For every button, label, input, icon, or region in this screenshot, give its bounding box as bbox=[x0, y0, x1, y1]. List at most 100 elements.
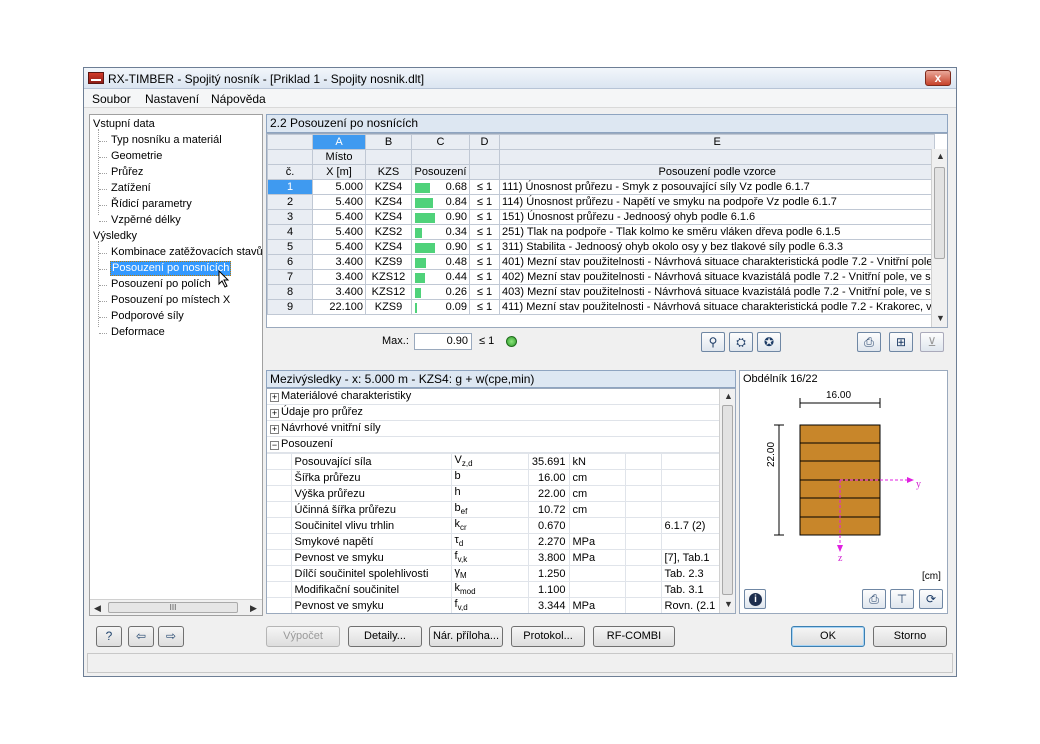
row-kzs[interactable]: KZS12 bbox=[365, 269, 412, 285]
col-letter-a[interactable]: A bbox=[312, 134, 366, 150]
scroll-up-icon[interactable]: ▲ bbox=[724, 391, 733, 401]
expand-icon[interactable]: + bbox=[270, 409, 279, 418]
row-x[interactable]: 3.400 bbox=[312, 254, 366, 270]
detail-vertical-scrollbar[interactable]: ▲ ▼ bbox=[719, 389, 735, 613]
scroll-down-icon[interactable]: ▼ bbox=[936, 313, 945, 323]
tree-item-kombinace[interactable]: Kombinace zatěžovacích stavů bbox=[111, 246, 262, 259]
tree-input-root[interactable]: Vstupní data bbox=[93, 118, 155, 131]
row-number[interactable]: 3 bbox=[267, 209, 313, 225]
row-number[interactable]: 9 bbox=[267, 299, 313, 315]
export-data-icon[interactable]: ⇨ bbox=[158, 626, 184, 647]
col-letter-c[interactable]: C bbox=[411, 134, 470, 150]
row-x[interactable]: 5.400 bbox=[312, 209, 366, 225]
tree-item-po-nosnicich[interactable]: Posouzení po nosnících bbox=[110, 261, 232, 276]
print-icon[interactable]: ⎙ bbox=[857, 332, 881, 352]
info-button[interactable]: i bbox=[744, 589, 766, 609]
row-formula[interactable]: 114) Únosnost průřezu - Napětí ve smyku … bbox=[498, 194, 936, 210]
row-kzs[interactable]: KZS9 bbox=[365, 254, 412, 270]
row-x[interactable]: 5.400 bbox=[312, 194, 366, 210]
scroll-left-icon[interactable]: ◀ bbox=[94, 603, 101, 614]
col-letter-e[interactable]: E bbox=[498, 134, 936, 150]
section-print-icon[interactable]: ⎙ bbox=[862, 589, 886, 609]
narodni-priloha-button[interactable]: Nár. příloha... bbox=[429, 626, 503, 647]
collapse-icon[interactable]: − bbox=[270, 441, 279, 450]
storno-button[interactable]: Storno bbox=[873, 626, 947, 647]
group-posouzeni[interactable]: − Posouzení bbox=[267, 437, 719, 453]
group-material[interactable]: + Materiálové charakteristiky bbox=[267, 389, 719, 405]
close-button[interactable]: x bbox=[925, 70, 951, 86]
row-formula[interactable]: 411) Mezní stav použitelnosti - Návrhová… bbox=[498, 299, 936, 315]
row-ratio[interactable]: 0.68 bbox=[411, 179, 470, 195]
result-row[interactable]: 4 5.400 KZS2 0.34 ≤ 1 251) Tlak na podpoře - … bbox=[267, 224, 936, 240]
menu-soubor[interactable]: Soubor bbox=[92, 92, 131, 106]
import-icon[interactable]: ⇦ bbox=[128, 626, 154, 647]
row-x[interactable]: 5.400 bbox=[312, 224, 366, 240]
scroll-right-icon[interactable]: ▶ bbox=[250, 603, 257, 614]
row-formula[interactable]: 403) Mezní stav použitelnosti - Návrhová… bbox=[498, 284, 936, 300]
tree-item-po-polich[interactable]: Posouzení po polích bbox=[111, 278, 211, 291]
detail-scroll-thumb[interactable] bbox=[722, 405, 733, 595]
filter-icon[interactable]: ⚲ bbox=[701, 332, 725, 352]
row-number[interactable]: 7 bbox=[267, 269, 313, 285]
detaily-button[interactable]: Detaily... bbox=[348, 626, 422, 647]
row-x[interactable]: 5.000 bbox=[312, 179, 366, 195]
row-number[interactable]: 6 bbox=[267, 254, 313, 270]
color-scale-icon[interactable]: ✪ bbox=[757, 332, 781, 352]
row-kzs[interactable]: KZS12 bbox=[365, 284, 412, 300]
row-ratio[interactable]: 0.34 bbox=[411, 224, 470, 240]
row-ratio[interactable]: 0.84 bbox=[411, 194, 470, 210]
expand-icon[interactable]: + bbox=[270, 393, 279, 402]
expand-icon[interactable]: + bbox=[270, 425, 279, 434]
row-kzs[interactable]: KZS4 bbox=[365, 179, 412, 195]
grid-vertical-scrollbar[interactable]: ▲ ▼ bbox=[931, 149, 947, 327]
tree-item-ridici[interactable]: Řídicí parametry bbox=[111, 198, 192, 211]
tree-item-geometrie[interactable]: Geometrie bbox=[111, 150, 162, 163]
tree-item-typ[interactable]: Typ nosníku a materiál bbox=[111, 134, 222, 147]
row-number[interactable]: 1 bbox=[267, 179, 313, 195]
menu-nastaveni[interactable]: Nastavení bbox=[145, 92, 199, 106]
row-kzs[interactable]: KZS4 bbox=[365, 194, 412, 210]
row-formula[interactable]: 151) Únosnost průřezu - Jednoosý ohyb po… bbox=[498, 209, 936, 225]
tree-item-po-mistech[interactable]: Posouzení po místech X bbox=[111, 294, 230, 307]
view-icon[interactable]: ⛭ bbox=[729, 332, 753, 352]
row-kzs[interactable]: KZS4 bbox=[365, 239, 412, 255]
group-prurez[interactable]: + Údaje pro průřez bbox=[267, 405, 719, 421]
row-x[interactable]: 3.400 bbox=[312, 284, 366, 300]
row-formula[interactable]: 111) Únosnost průřezu - Smyk z posouvají… bbox=[498, 179, 936, 195]
row-ratio[interactable]: 0.90 bbox=[411, 239, 470, 255]
tree-horizontal-scrollbar[interactable]: ◀ III ▶ bbox=[90, 599, 262, 615]
result-row[interactable]: 7 3.400 KZS12 0.44 ≤ 1 402) Mezní stav použit… bbox=[267, 269, 936, 285]
menu-napoveda[interactable]: Nápověda bbox=[211, 92, 266, 106]
result-row[interactable]: 2 5.400 KZS4 0.84 ≤ 1 114) Únosnost průřezu -… bbox=[267, 194, 936, 210]
row-number[interactable]: 4 bbox=[267, 224, 313, 240]
row-ratio[interactable]: 0.90 bbox=[411, 209, 470, 225]
result-row[interactable]: 9 22.100 KZS9 0.09 ≤ 1 411) Mezní stav použit… bbox=[267, 299, 936, 315]
scroll-up-icon[interactable]: ▲ bbox=[936, 151, 945, 161]
tree-results-root[interactable]: Výsledky bbox=[93, 230, 137, 243]
row-number[interactable]: 8 bbox=[267, 284, 313, 300]
rf-combi-button[interactable]: RF-COMBI bbox=[593, 626, 675, 647]
row-x[interactable]: 3.400 bbox=[312, 269, 366, 285]
export-icon[interactable]: ⊞ bbox=[889, 332, 913, 352]
tree-item-vzperne[interactable]: Vzpěrné délky bbox=[111, 214, 181, 227]
col-letter-b[interactable]: B bbox=[365, 134, 412, 150]
row-kzs[interactable]: KZS4 bbox=[365, 209, 412, 225]
row-formula[interactable]: 251) Tlak na podpoře - Tlak kolmo ke smě… bbox=[498, 224, 936, 240]
row-ratio[interactable]: 0.26 bbox=[411, 284, 470, 300]
vypocet-button[interactable]: Výpočet bbox=[266, 626, 340, 647]
tree-item-zatizeni[interactable]: Zatížení bbox=[111, 182, 151, 195]
result-row[interactable]: 6 3.400 KZS9 0.48 ≤ 1 401) Mezní stav použite… bbox=[267, 254, 936, 270]
result-row[interactable]: 8 3.400 KZS12 0.26 ≤ 1 403) Mezní stav použit… bbox=[267, 284, 936, 300]
group-sily[interactable]: + Návrhové vnitřní síly bbox=[267, 421, 719, 437]
tree-scroll-thumb[interactable]: III bbox=[108, 602, 238, 613]
protokol-button[interactable]: Protokol... bbox=[511, 626, 585, 647]
row-formula[interactable]: 401) Mezní stav použitelnosti - Návrhová… bbox=[498, 254, 936, 270]
help-icon[interactable]: ? bbox=[96, 626, 122, 647]
tree-item-prurez[interactable]: Průřez bbox=[111, 166, 143, 179]
tree-item-podporove[interactable]: Podporové síly bbox=[111, 310, 184, 323]
row-kzs[interactable]: KZS2 bbox=[365, 224, 412, 240]
reset-view-icon[interactable]: ⟳ bbox=[919, 589, 943, 609]
ok-button[interactable]: OK bbox=[791, 626, 865, 647]
filter-rows-icon[interactable]: ⊻ bbox=[920, 332, 944, 352]
row-formula[interactable]: 311) Stabilita - Jednoosý ohyb okolo osy… bbox=[498, 239, 936, 255]
